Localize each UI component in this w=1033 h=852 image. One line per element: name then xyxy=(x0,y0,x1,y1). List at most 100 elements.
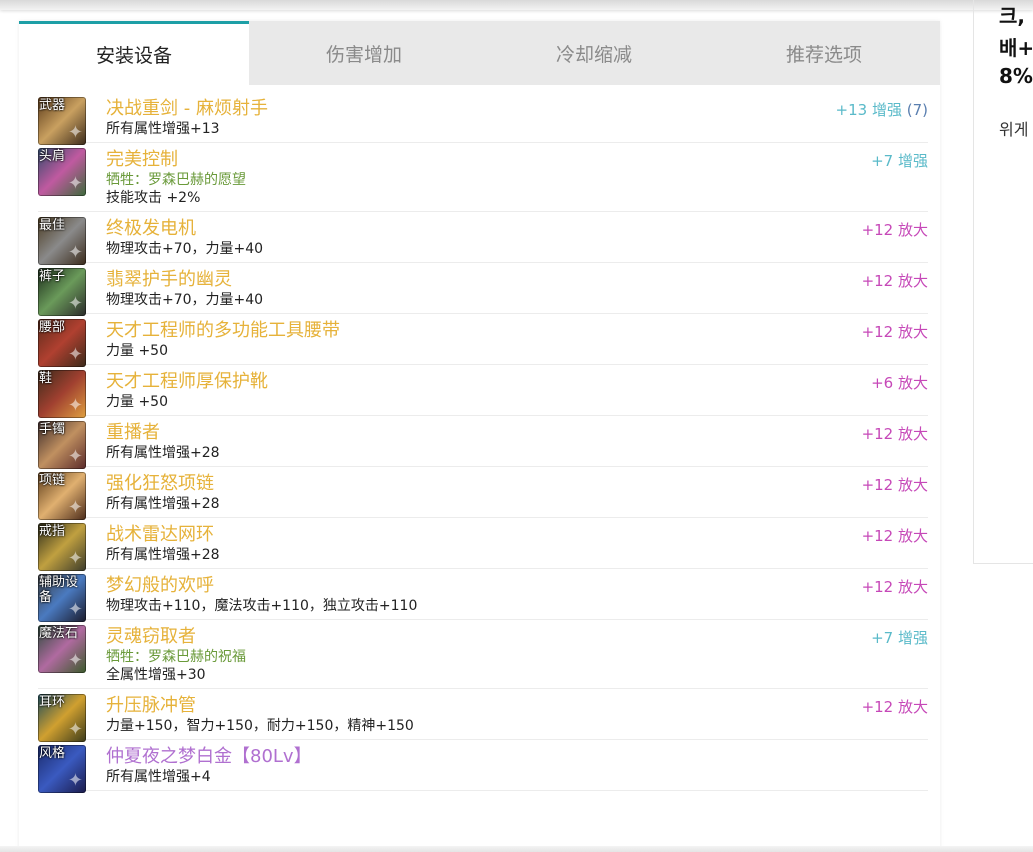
enhancement-badge: +6 放大 xyxy=(871,373,928,393)
item-name[interactable]: 梦幻般的欢呼 xyxy=(106,575,788,597)
equipment-row[interactable]: 最佳 ✦ 终极发电机 物理攻击+70，力量+40 +12 放大 xyxy=(38,212,928,265)
enhancement-badge: +12 放大 xyxy=(862,271,928,291)
item-icon[interactable]: 风格 ✦ xyxy=(38,745,86,793)
equipment-row[interactable]: 项链 ✦ 强化狂怒项链 所有属性增强+28 +12 放大 xyxy=(38,467,928,520)
enhancement-value: +7 增强 xyxy=(871,152,928,170)
enhancement-badge: +12 放大 xyxy=(862,475,928,495)
sparkle-icon: ✦ xyxy=(67,599,83,620)
sparkle-icon: ✦ xyxy=(67,446,83,467)
item-icon[interactable]: 戒指 ✦ xyxy=(38,523,86,571)
equipment-row[interactable]: 戒指 ✦ 战术雷达网环 所有属性增强+28 +12 放大 xyxy=(38,518,928,571)
item-icon[interactable]: 最佳 ✦ xyxy=(38,217,86,265)
item-icon[interactable]: 耳环 ✦ xyxy=(38,694,86,742)
item-name[interactable]: 完美控制 xyxy=(106,149,788,171)
slot-label: 腰部 xyxy=(39,320,66,335)
item-text-block: 强化狂怒项链 所有属性增强+28 xyxy=(106,467,928,517)
enhancement-badge: +12 放大 xyxy=(862,577,928,597)
item-attribute: 物理攻击+70，力量+40 xyxy=(106,241,264,257)
slot-label: 裤子 xyxy=(39,269,66,284)
tab-cooldown-reduction[interactable]: 冷却缩减 xyxy=(479,21,709,85)
sparkle-icon: ✦ xyxy=(67,770,83,791)
item-name[interactable]: 灵魂窃取者 xyxy=(106,626,788,648)
item-name[interactable]: 重播者 xyxy=(106,422,788,444)
item-attribute: 全属性增强+30 xyxy=(106,667,206,683)
item-icon[interactable]: 辅助设备 ✦ xyxy=(38,574,86,622)
tab-equipment[interactable]: 安装设备 xyxy=(19,21,249,85)
item-name[interactable]: 翡翠护手的幽灵 xyxy=(106,269,788,291)
item-text-block: 灵魂窃取者 牺牲：罗森巴赫的祝福 全属性增强+30 xyxy=(106,620,928,688)
enhancement-value: +12 放大 xyxy=(861,578,928,596)
side-text-line: 8% xyxy=(999,64,1033,88)
enhancement-badge: +12 放大 xyxy=(862,322,928,342)
enhancement-value: +6 放大 xyxy=(871,374,928,392)
item-text-block: 梦幻般的欢呼 物理攻击+110，魔法攻击+110，独立攻击+110 xyxy=(106,569,928,619)
item-text-block: 终极发电机 物理攻击+70，力量+40 xyxy=(106,212,928,262)
item-name[interactable]: 天才工程师厚保护靴 xyxy=(106,371,788,393)
equipment-row[interactable]: 耳环 ✦ 升压脉冲管 力量+150，智力+150，耐力+150，精神+150 +12 放… xyxy=(38,689,928,742)
equipment-row[interactable]: 魔法石 ✦ 灵魂窃取者 牺牲：罗森巴赫的祝福 全属性增强+30 +7 增强 xyxy=(38,620,928,689)
item-name[interactable]: 战术雷达网环 xyxy=(106,524,788,546)
item-icon[interactable]: 手镯 ✦ xyxy=(38,421,86,469)
enhancement-value: +12 放大 xyxy=(861,527,928,545)
item-icon[interactable]: 鞋 ✦ xyxy=(38,370,86,418)
enhancement-badge: +12 放大 xyxy=(862,424,928,444)
equipment-row[interactable]: 头肩 ✦ 完美控制 牺牲：罗森巴赫的愿望 技能攻击 +2% +7 增强 xyxy=(38,143,928,212)
item-icon[interactable]: 项链 ✦ xyxy=(38,472,86,520)
tab-recommended-options[interactable]: 推荐选项 xyxy=(709,21,939,85)
enhancement-badge: +12 放大 xyxy=(862,220,928,240)
enhancement-value: +12 放大 xyxy=(861,425,928,443)
equipment-row[interactable]: 手镯 ✦ 重播者 所有属性增强+28 +12 放大 xyxy=(38,416,928,469)
slot-label: 手镯 xyxy=(39,422,66,437)
enhancement-value: +12 放大 xyxy=(861,698,928,716)
item-name[interactable]: 强化狂怒项链 xyxy=(106,473,788,495)
tab-bar: 安装设备 伤害增加 冷却缩减 推荐选项 xyxy=(19,21,940,85)
item-attribute: 力量 +50 xyxy=(106,394,168,410)
equipment-row[interactable]: 腰部 ✦ 天才工程师的多功能工具腰带 力量 +50 +12 放大 xyxy=(38,314,928,367)
item-text-block: 天才工程师厚保护靴 力量 +50 xyxy=(106,365,928,415)
item-icon[interactable]: 头肩 ✦ xyxy=(38,148,86,196)
slot-label: 头肩 xyxy=(39,149,66,164)
item-attribute: 所有属性增强+28 xyxy=(106,547,220,563)
item-icon[interactable]: 武器 ✦ xyxy=(38,97,86,145)
slot-label: 最佳 xyxy=(39,218,66,233)
equipment-panel: 安装设备 伤害增加 冷却缩减 推荐选项 武器 ✦ 决战重剑 - 麻烦射手所有属性增强… xyxy=(19,21,940,852)
sparkle-icon: ✦ xyxy=(67,497,83,518)
sparkle-icon: ✦ xyxy=(67,650,83,671)
item-icon[interactable]: 腰部 ✦ xyxy=(38,319,86,367)
enhancement-value: +12 放大 xyxy=(861,221,928,239)
enhancement-badge: +7 增强 xyxy=(871,628,928,648)
sparkle-icon: ✦ xyxy=(67,344,83,365)
slot-label: 耳环 xyxy=(39,695,66,710)
item-text-block: 仲夏夜之梦白金【80Lv】 所有属性增强+4 xyxy=(106,740,928,790)
item-name[interactable]: 升压脉冲管 xyxy=(106,695,788,717)
equipment-row[interactable]: 风格 ✦ 仲夏夜之梦白金【80Lv】 所有属性增强+4 xyxy=(38,740,928,793)
item-name[interactable]: 天才工程师的多功能工具腰带 xyxy=(106,320,788,342)
equipment-row[interactable]: 鞋 ✦ 天才工程师厚保护靴 力量 +50 +6 放大 xyxy=(38,365,928,418)
enhancement-value: +12 放大 xyxy=(861,476,928,494)
item-text-block: 升压脉冲管 力量+150，智力+150，耐力+150，精神+150 xyxy=(106,689,928,739)
item-name[interactable]: 决战重剑 - 麻烦射手 xyxy=(106,98,788,120)
side-panel: 크, 배+ 8% 위게 xyxy=(973,0,1033,564)
item-text-block: 天才工程师的多功能工具腰带 力量 +50 xyxy=(106,314,928,364)
item-attribute: 所有属性增强+4 xyxy=(106,769,211,785)
item-icon[interactable]: 魔法石 ✦ xyxy=(38,625,86,673)
slot-label: 戒指 xyxy=(39,524,66,539)
enhancement-count: (7) xyxy=(906,101,928,119)
equipment-list: 武器 ✦ 决战重剑 - 麻烦射手 所有属性增强+13 +13 增强 (7) 头肩 ✦ 完美控制… xyxy=(19,92,940,793)
sparkle-icon: ✦ xyxy=(67,548,83,569)
item-text-block: 完美控制 牺牲：罗森巴赫的愿望 技能攻击 +2% xyxy=(106,143,928,211)
equipment-row[interactable]: 裤子 ✦ 翡翠护手的幽灵 物理攻击+70，力量+40 +12 放大 xyxy=(38,263,928,316)
tab-damage-increase[interactable]: 伤害增加 xyxy=(249,21,479,85)
item-text-block: 翡翠护手的幽灵 物理攻击+70，力量+40 xyxy=(106,263,928,313)
item-name[interactable]: 终极发电机 xyxy=(106,218,788,240)
item-icon[interactable]: 裤子 ✦ xyxy=(38,268,86,316)
side-text-line: 크, xyxy=(999,4,1025,28)
item-name[interactable]: 仲夏夜之梦白金【80Lv】 xyxy=(106,746,788,768)
item-attribute: 物理攻击+110，魔法攻击+110，独立攻击+110 xyxy=(106,598,418,614)
equipment-row[interactable]: 武器 ✦ 决战重剑 - 麻烦射手 所有属性增强+13 +13 增强 (7) xyxy=(38,92,928,145)
equipment-row[interactable]: 辅助设备 ✦ 梦幻般的欢呼 物理攻击+110，魔法攻击+110，独立攻击+110 +12… xyxy=(38,569,928,622)
slot-label: 鞋 xyxy=(39,371,53,386)
sparkle-icon: ✦ xyxy=(67,395,83,416)
enhancement-badge: +12 放大 xyxy=(862,697,928,717)
enhancement-badge: +13 增强 (7) xyxy=(836,100,928,120)
